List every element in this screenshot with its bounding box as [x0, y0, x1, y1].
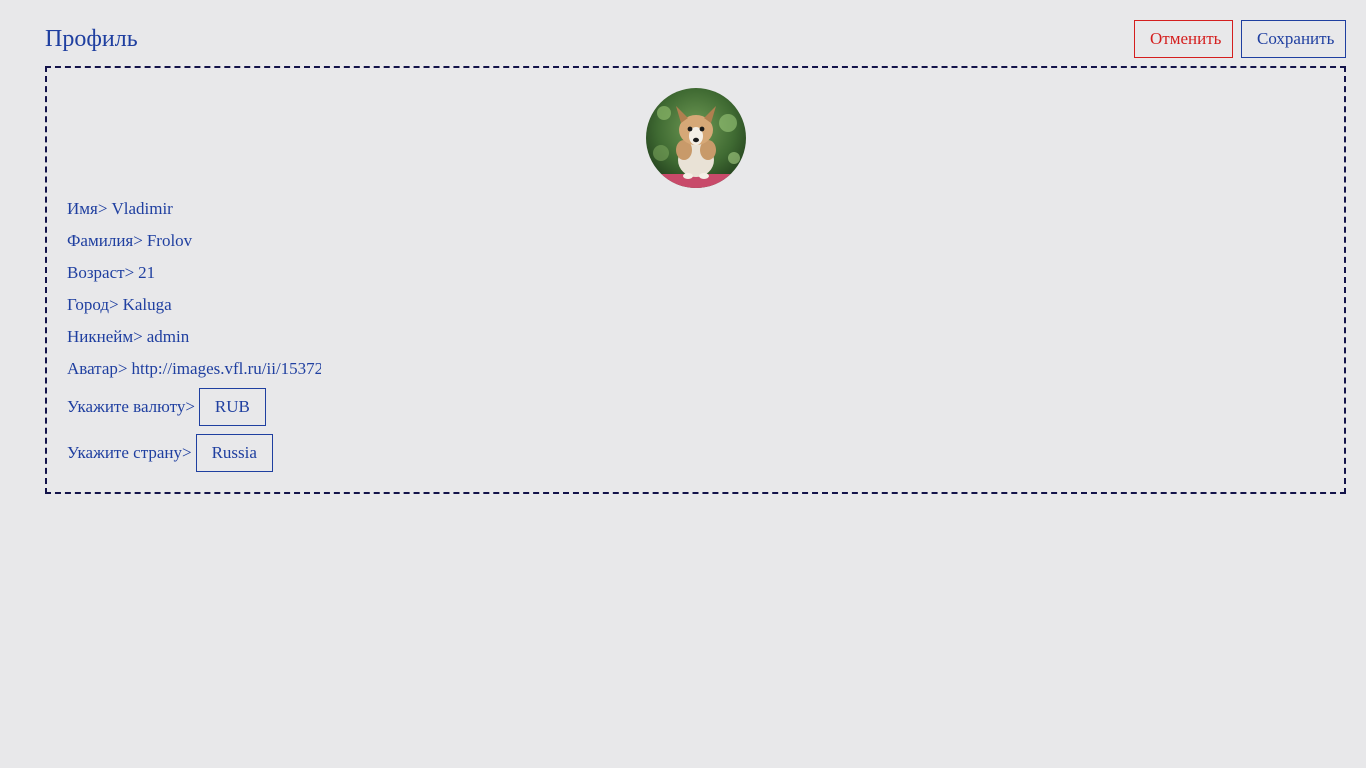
currency-label: Укажите валюту> [67, 397, 195, 416]
field-label: Никнейм> [67, 327, 143, 346]
field-value[interactable]: Kaluga [123, 295, 172, 314]
header-actions: Отменить Сохранить [1134, 20, 1346, 58]
field-age: Возраст> 21 [67, 262, 155, 284]
currency-select[interactable]: RUB [198, 388, 266, 426]
field-value[interactable]: 21 [138, 263, 155, 282]
corgi-puppy-avatar-image [646, 88, 746, 188]
field-nickname: Никнейм> admin [67, 326, 189, 348]
field-label: Возраст> [67, 263, 135, 282]
cancel-button[interactable]: Отменить [1134, 20, 1233, 58]
save-button[interactable]: Сохранить [1241, 20, 1346, 58]
field-label: Город> [67, 295, 119, 314]
country-label: Укажите страну> [67, 443, 192, 462]
profile-card: Имя> Vladimir Фамилия> Frolov Возраст> 21 Г… [45, 66, 1346, 494]
currency-row: Укажите валюту> RUB [67, 388, 266, 426]
field-value[interactable]: Vladimir [111, 199, 172, 218]
profile-page: Профиль Отменить Сохранить Имя> Vladimir… [0, 0, 1366, 768]
page-title: Профиль [45, 26, 138, 52]
avatar [646, 88, 746, 188]
field-city: Город> Kaluga [67, 294, 172, 316]
country-select[interactable]: Russia [195, 434, 273, 472]
field-value[interactable]: admin [147, 327, 190, 346]
field-label: Фамилия> [67, 231, 143, 250]
field-label: Аватар> [67, 359, 128, 378]
field-value[interactable]: http://images.vfl.ru/ii/153725 [131, 358, 321, 380]
field-avatar-url: Аватар> http://images.vfl.ru/ii/153725 [67, 358, 321, 380]
field-first-name: Имя> Vladimir [67, 198, 173, 220]
field-label: Имя> [67, 199, 108, 218]
country-row: Укажите страну> Russia [67, 434, 273, 472]
field-value[interactable]: Frolov [147, 231, 192, 250]
field-last-name: Фамилия> Frolov [67, 230, 192, 252]
